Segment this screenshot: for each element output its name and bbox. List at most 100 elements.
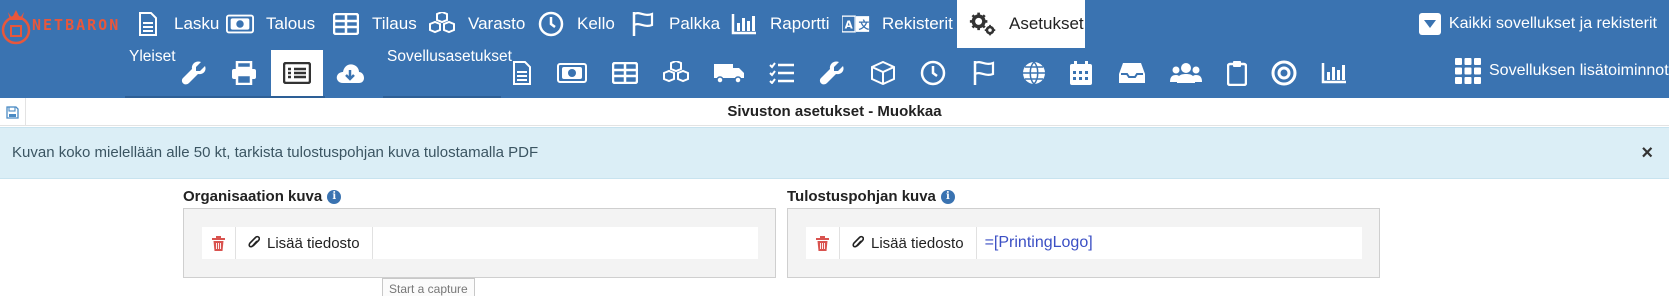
- trash-icon: [816, 235, 829, 251]
- tasks-icon: [769, 62, 794, 84]
- subnav-app-clipboard[interactable]: [1211, 50, 1263, 96]
- alert-close-button[interactable]: ×: [1641, 142, 1653, 165]
- paperclip-icon: [248, 235, 260, 251]
- info-alert: Kuvan koko mielellään alle 50 kt, tarkis…: [0, 127, 1669, 179]
- subnav-app-inbox[interactable]: [1106, 50, 1158, 96]
- trash-icon: [212, 235, 225, 251]
- print-image-delete-button[interactable]: [806, 227, 840, 259]
- document-icon: [134, 10, 162, 38]
- nav-label: Asetukset: [1009, 14, 1084, 33]
- nav-label: Varasto: [468, 14, 526, 33]
- subnav-app-varasto[interactable]: [650, 50, 702, 96]
- subnav-app-target[interactable]: [1258, 50, 1310, 96]
- clipboard-icon: [1227, 61, 1247, 86]
- subnav-app-shipping[interactable]: [703, 50, 755, 96]
- nav-raportti[interactable]: Raportti: [730, 0, 830, 48]
- print-image-upload-row: Lisää tiedosto =[PrintingLogo]: [806, 227, 1362, 259]
- subnav-app-modules[interactable]: [857, 50, 909, 96]
- nav-palkka[interactable]: Palkka: [629, 0, 720, 48]
- nav-asetukset[interactable]: Asetukset: [957, 0, 1085, 48]
- subnav-download[interactable]: [324, 50, 376, 96]
- save-button[interactable]: [0, 98, 26, 126]
- subnav-tools[interactable]: [168, 50, 220, 96]
- bar-chart-icon: [1321, 63, 1346, 84]
- nav-label: Lasku: [174, 14, 220, 33]
- app-root: NETBARON Lasku Talous Tilaus Varasto Kel…: [0, 0, 1669, 296]
- print-image-file-value[interactable]: =[PrintingLogo]: [977, 227, 1362, 259]
- app-more-functions[interactable]: Sovelluksen lisätoiminnot: [1455, 56, 1669, 86]
- subnav-app-users[interactable]: [1160, 50, 1212, 96]
- truck-icon: [714, 64, 744, 84]
- print-image-add-file-button[interactable]: Lisää tiedosto: [840, 227, 977, 259]
- cubes-icon: [428, 10, 456, 38]
- subnav-app-tools[interactable]: [806, 50, 858, 96]
- bar-chart-icon: [730, 10, 758, 38]
- nav-rekisterit[interactable]: A文 Rekisterit: [842, 0, 953, 48]
- nav-label: Kello: [577, 14, 615, 33]
- translate-icon: A文: [842, 10, 870, 38]
- subnav-app-lasku[interactable]: [496, 50, 548, 96]
- printer-icon: [232, 61, 256, 85]
- org-image-label: Organisaation kuva i: [183, 188, 342, 205]
- more-functions-label: Sovelluksen lisätoiminnot: [1489, 62, 1669, 79]
- money-icon: [557, 63, 587, 83]
- table-icon: [332, 10, 360, 38]
- wrench-icon: [181, 61, 206, 85]
- nav-label: Rekisterit: [882, 14, 953, 33]
- subnav-app-kello[interactable]: [907, 50, 959, 96]
- org-image-upload-row: Lisää tiedosto: [202, 227, 758, 259]
- org-image-delete-button[interactable]: [202, 227, 236, 259]
- subnav-app-talous[interactable]: [546, 50, 598, 96]
- money-icon: [226, 10, 254, 38]
- nav-lasku[interactable]: Lasku: [134, 0, 219, 48]
- subnav-app-calendar[interactable]: [1055, 50, 1107, 96]
- alert-text: Kuvan koko mielellään alle 50 kt, tarkis…: [12, 144, 539, 161]
- cloud-download-icon: [336, 64, 364, 83]
- caret-down-icon: [1418, 13, 1441, 35]
- subnav-app-reports[interactable]: [1308, 50, 1360, 96]
- org-image-panel: Lisää tiedosto: [183, 208, 776, 278]
- flag-icon: [629, 10, 657, 38]
- all-apps-dropdown[interactable]: Kaikki sovellukset ja rekisterit: [1418, 10, 1657, 38]
- page-header: Sivuston asetukset - Muokkaa: [0, 98, 1669, 126]
- info-icon[interactable]: i: [940, 189, 955, 204]
- all-apps-label: Kaikki sovellukset ja rekisterit: [1448, 15, 1657, 32]
- netbaron-logo[interactable]: NETBARON: [0, 0, 130, 50]
- info-icon[interactable]: i: [327, 189, 342, 204]
- nav-label: Raportti: [770, 14, 830, 33]
- wrench-icon: [819, 61, 844, 85]
- cubes-icon: [663, 61, 689, 83]
- nav-tilaus[interactable]: Tilaus: [332, 0, 417, 48]
- nav-talous[interactable]: Talous: [226, 0, 315, 48]
- org-image-label-text: Organisaation kuva: [183, 188, 323, 205]
- top-navigation: NETBARON Lasku Talous Tilaus Varasto Kel…: [0, 0, 1669, 98]
- cube-icon: [871, 61, 895, 85]
- org-image-file-value[interactable]: [373, 227, 758, 259]
- subnav-app-palkka[interactable]: [958, 50, 1010, 96]
- nav-varasto[interactable]: Varasto: [428, 0, 525, 48]
- globe-icon: [1023, 61, 1045, 86]
- subnav-site-settings[interactable]: [271, 50, 323, 96]
- clock-icon: [537, 10, 565, 38]
- document-icon: [513, 61, 531, 85]
- users-icon: [1170, 63, 1202, 83]
- subnav-print[interactable]: [218, 50, 270, 96]
- org-image-add-file-button[interactable]: Lisää tiedosto: [236, 227, 373, 259]
- subnav-app-tilaus[interactable]: [599, 50, 651, 96]
- target-icon: [1271, 60, 1297, 86]
- svg-text:A: A: [845, 19, 854, 31]
- svg-text:文: 文: [858, 18, 870, 31]
- flag-icon: [973, 61, 995, 85]
- nav-kello[interactable]: Kello: [537, 0, 615, 48]
- print-image-label: Tulostuspohjan kuva i: [787, 188, 955, 205]
- inbox-icon: [1119, 63, 1145, 83]
- app-settings-section-label: Sovellusasetukset: [387, 48, 512, 65]
- subnav-app-tasks[interactable]: [756, 50, 808, 96]
- grid-icon: [1455, 58, 1481, 84]
- logo-emblem-icon: [1, 10, 31, 45]
- subnav-app-web[interactable]: [1008, 50, 1060, 96]
- print-image-panel: Lisää tiedosto =[PrintingLogo]: [787, 208, 1380, 278]
- clock-icon: [920, 60, 946, 86]
- capture-tooltip: Start a capture: [382, 278, 475, 296]
- logo-text: NETBARON: [32, 16, 121, 34]
